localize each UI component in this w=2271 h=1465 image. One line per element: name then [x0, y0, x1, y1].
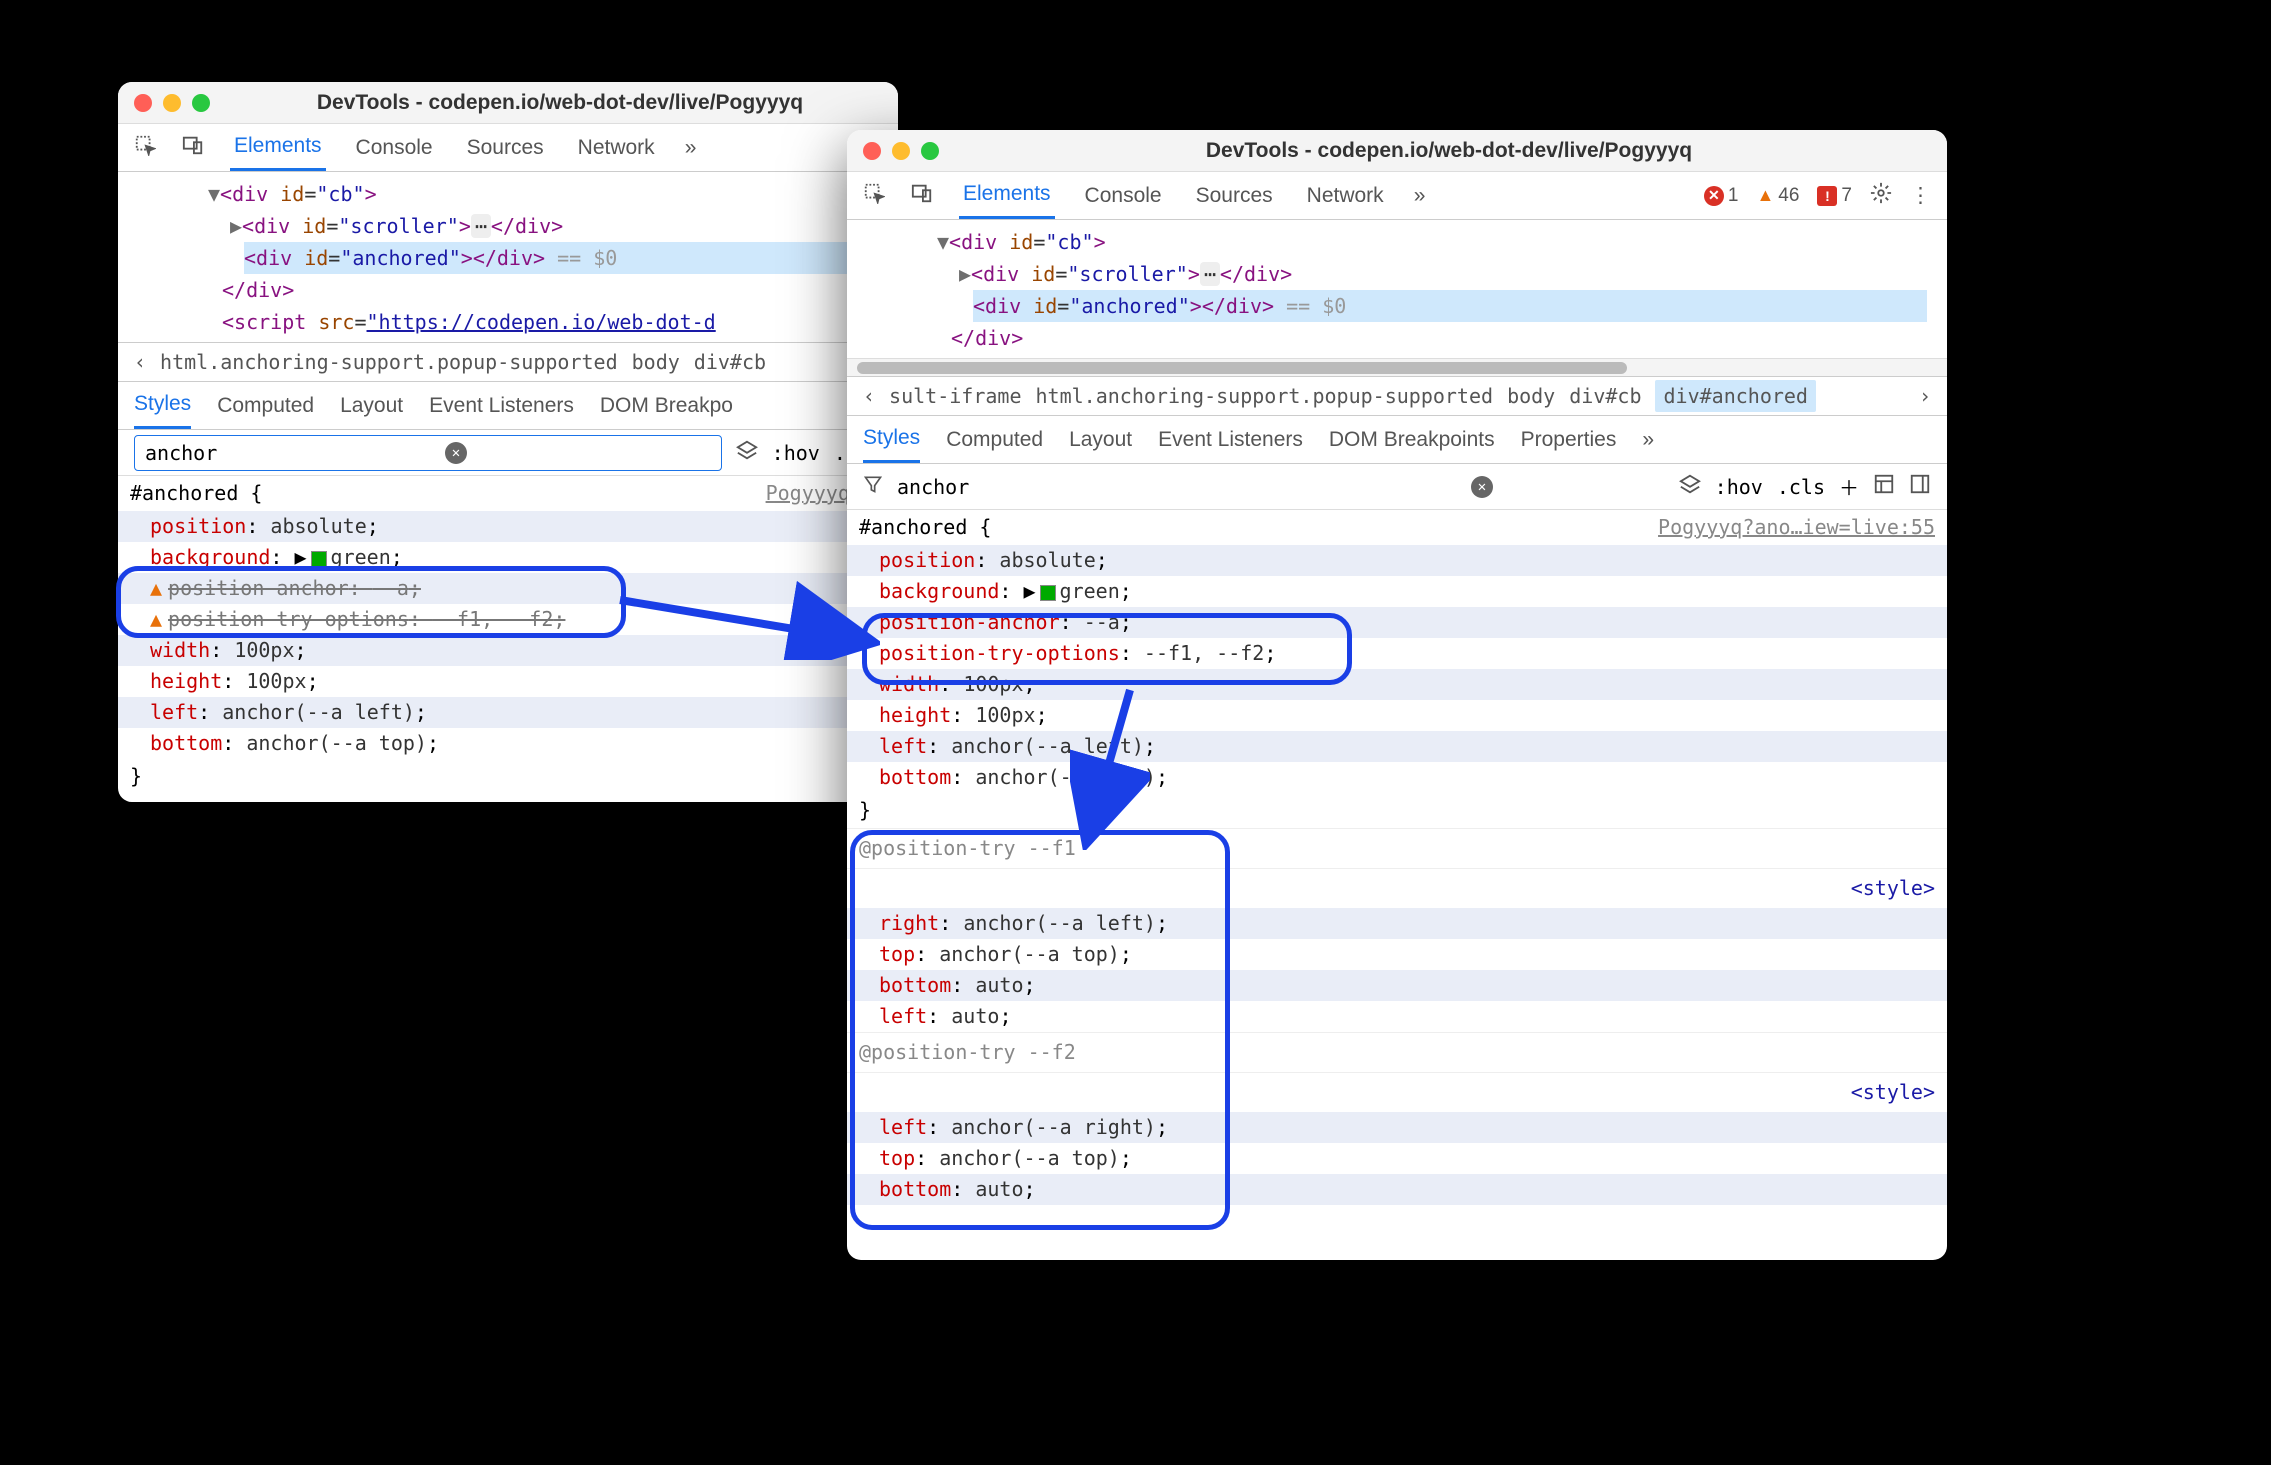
inspect-icon[interactable]: [863, 182, 885, 210]
more-tabs-icon[interactable]: »: [1642, 428, 1654, 452]
crumb-anchored[interactable]: div#anchored: [1655, 380, 1816, 412]
hov-toggle[interactable]: :hov: [1715, 475, 1763, 499]
tab-layout[interactable]: Layout: [1069, 428, 1132, 452]
tab-styles[interactable]: Styles: [134, 382, 191, 429]
warning-count[interactable]: ▲46: [1756, 185, 1799, 207]
gear-icon[interactable]: [1870, 182, 1892, 210]
tab-sources[interactable]: Sources: [463, 126, 548, 170]
issue-count[interactable]: !7: [1817, 185, 1852, 207]
devtools-window-after: DevTools - codepen.io/web-dot-dev/live/P…: [847, 130, 1947, 1260]
clear-filter-icon[interactable]: ✕: [445, 442, 467, 464]
dom-tree[interactable]: ▼<div id="cb"> ▶<div id="scroller">⋯</di…: [118, 172, 898, 342]
filter-input-wrap: ✕: [134, 435, 722, 471]
warning-icon: ▲: [150, 576, 162, 600]
tab-dombp[interactable]: DOM Breakpo: [600, 394, 733, 418]
new-rule-icon[interactable]: ＋: [1839, 472, 1859, 501]
window-title: DevTools - codepen.io/web-dot-dev/live/P…: [967, 139, 1931, 163]
traffic-lights: [134, 94, 210, 112]
tab-elements[interactable]: Elements: [230, 124, 326, 171]
tab-dombp[interactable]: DOM Breakpoints: [1329, 428, 1495, 452]
tab-listeners[interactable]: Event Listeners: [1158, 428, 1303, 452]
crumb-divcb[interactable]: div#cb: [694, 350, 766, 374]
tab-layout[interactable]: Layout: [340, 394, 403, 418]
tab-computed[interactable]: Computed: [217, 394, 314, 418]
source-link[interactable]: Pogyyyq?ano…iew=live:55: [1658, 512, 1935, 543]
filter-input[interactable]: [897, 475, 1197, 499]
style-tabs: Styles Computed Layout Event Listeners D…: [118, 382, 898, 430]
minimize-icon[interactable]: [163, 94, 181, 112]
filter-row: ✕ :hov .cls ＋: [847, 464, 1947, 510]
breadcrumb[interactable]: ‹ sult-iframe html.anchoring-support.pop…: [847, 376, 1947, 416]
hov-toggle[interactable]: :hov: [772, 441, 820, 465]
source-link[interactable]: <style>: [847, 1073, 1947, 1112]
funnel-icon[interactable]: [863, 474, 883, 499]
styles-pane: #anchored {Pogyyyq?ano…iew=live:55 posit…: [847, 510, 1947, 1205]
warning-icon: ▲: [150, 607, 162, 631]
crumb-html[interactable]: html.anchoring-support.popup-supported: [1036, 384, 1494, 408]
crumb-body[interactable]: body: [1507, 384, 1555, 408]
zoom-icon[interactable]: [921, 142, 939, 160]
color-swatch[interactable]: [311, 551, 327, 567]
filter-input[interactable]: [145, 441, 445, 465]
device-icon[interactable]: [182, 134, 204, 162]
titlebar[interactable]: DevTools - codepen.io/web-dot-dev/live/P…: [118, 82, 898, 124]
clear-filter-icon[interactable]: ✕: [1471, 476, 1493, 498]
layers-icon[interactable]: [1679, 473, 1701, 500]
kebab-icon[interactable]: ⋮: [1910, 183, 1931, 208]
at-rule-header[interactable]: @position-try --f2: [847, 1032, 1947, 1073]
tab-computed[interactable]: Computed: [946, 428, 1043, 452]
device-icon[interactable]: [911, 182, 933, 210]
tab-styles[interactable]: Styles: [863, 416, 920, 463]
filter-row: ✕ :hov .cls: [118, 430, 898, 476]
tab-props[interactable]: Properties: [1521, 428, 1617, 452]
zoom-icon[interactable]: [192, 94, 210, 112]
traffic-lights: [863, 142, 939, 160]
color-swatch[interactable]: [1040, 585, 1056, 601]
more-tabs-icon[interactable]: »: [685, 136, 697, 160]
tab-network[interactable]: Network: [574, 126, 659, 170]
minimize-icon[interactable]: [892, 142, 910, 160]
source-link[interactable]: <style>: [847, 869, 1947, 908]
titlebar[interactable]: DevTools - codepen.io/web-dot-dev/live/P…: [847, 130, 1947, 172]
crumb-html[interactable]: html.anchoring-support.popup-supported: [160, 350, 618, 374]
main-tabs: Elements Console Sources Network »: [118, 124, 898, 172]
more-tabs-icon[interactable]: »: [1414, 184, 1426, 208]
tab-sources[interactable]: Sources: [1192, 174, 1277, 218]
breadcrumb[interactable]: ‹ html.anchoring-support.popup-supported…: [118, 342, 898, 382]
crumb-body[interactable]: body: [632, 350, 680, 374]
horizontal-scrollbar[interactable]: [847, 358, 1947, 376]
devtools-window-before: DevTools - codepen.io/web-dot-dev/live/P…: [118, 82, 898, 802]
dom-tree[interactable]: ▼<div id="cb"> ▶<div id="scroller">⋯</di…: [847, 220, 1947, 358]
close-icon[interactable]: [134, 94, 152, 112]
tab-elements[interactable]: Elements: [959, 172, 1055, 219]
style-tabs: Styles Computed Layout Event Listeners D…: [847, 416, 1947, 464]
crumb-iframe[interactable]: sult-iframe: [889, 384, 1021, 408]
window-title: DevTools - codepen.io/web-dot-dev/live/P…: [238, 91, 882, 115]
inspect-icon[interactable]: [134, 134, 156, 162]
cls-toggle[interactable]: .cls: [1777, 475, 1825, 499]
tab-network[interactable]: Network: [1303, 174, 1388, 218]
tab-console[interactable]: Console: [352, 126, 437, 170]
styles-pane: #anchored {Pogyyyq?an position: absolute…: [118, 476, 898, 794]
panel-icon[interactable]: [1909, 473, 1931, 500]
close-icon[interactable]: [863, 142, 881, 160]
crumb-divcb[interactable]: div#cb: [1569, 384, 1641, 408]
main-tabs: Elements Console Sources Network » ✕1 ▲4…: [847, 172, 1947, 220]
error-count[interactable]: ✕1: [1704, 185, 1739, 207]
tab-listeners[interactable]: Event Listeners: [429, 394, 574, 418]
at-rule-header[interactable]: @position-try --f1: [847, 828, 1947, 869]
tab-console[interactable]: Console: [1081, 174, 1166, 218]
layers-icon[interactable]: [736, 439, 758, 466]
computed-sidebar-icon[interactable]: [1873, 473, 1895, 500]
